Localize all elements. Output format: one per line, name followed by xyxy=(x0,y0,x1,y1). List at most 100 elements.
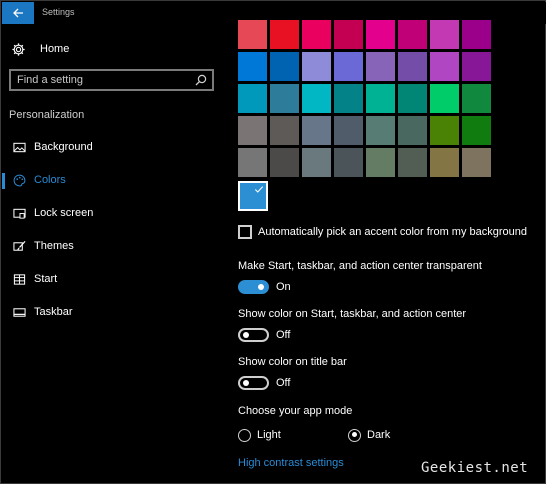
sidebar-item-label: Background xyxy=(34,141,93,153)
color-swatch[interactable] xyxy=(238,20,267,49)
color-swatch[interactable] xyxy=(366,84,395,113)
sidebar-item-label: Taskbar xyxy=(34,306,73,318)
toggle-knob xyxy=(243,380,249,386)
color-swatch[interactable] xyxy=(302,52,331,81)
titlebar-color-setting-label: Show color on title bar xyxy=(238,356,347,368)
color-swatch[interactable] xyxy=(366,116,395,145)
light-mode-label: Light xyxy=(257,429,281,441)
back-button[interactable] xyxy=(2,2,34,24)
color-swatch[interactable] xyxy=(430,116,459,145)
sidebar-item-label: Themes xyxy=(34,240,74,252)
color-swatch[interactable] xyxy=(302,148,331,177)
color-swatch[interactable] xyxy=(430,20,459,49)
sidebar-item-taskbar[interactable]: Taskbar xyxy=(2,301,227,325)
selection-indicator xyxy=(2,206,5,222)
color-swatch[interactable] xyxy=(270,52,299,81)
selection-indicator xyxy=(2,173,5,189)
settings-window: Settings Home Personalization xyxy=(0,0,546,484)
sidebar-item-label: Colors xyxy=(34,174,66,186)
color-swatch[interactable] xyxy=(462,116,491,145)
color-swatch[interactable] xyxy=(334,84,363,113)
color-swatch[interactable] xyxy=(430,84,459,113)
dark-mode-radio[interactable] xyxy=(348,428,361,442)
search-icon[interactable] xyxy=(194,73,208,87)
auto-accent-checkbox[interactable] xyxy=(238,225,252,239)
color-swatch[interactable] xyxy=(302,84,331,113)
section-title: Personalization xyxy=(9,109,85,121)
home-label: Home xyxy=(40,43,70,55)
sidebar-item-start[interactable]: Start xyxy=(2,268,227,292)
color-swatch[interactable] xyxy=(302,116,331,145)
window-title: Settings xyxy=(42,7,75,17)
search-input[interactable] xyxy=(17,73,192,87)
selection-indicator xyxy=(2,305,5,321)
light-mode-radio[interactable] xyxy=(238,428,251,442)
selected-custom-color-swatch[interactable] xyxy=(238,181,268,211)
titlebar-color-toggle[interactable] xyxy=(238,376,269,390)
high-contrast-settings-link[interactable]: High contrast settings xyxy=(238,457,344,469)
taskbar-icon xyxy=(12,305,26,319)
titlebar-color-toggle-state: Off xyxy=(276,377,291,389)
sidebar-item-label: Lock screen xyxy=(34,207,94,219)
gear-icon xyxy=(10,41,26,57)
color-swatch[interactable] xyxy=(334,52,363,81)
start-color-toggle-state: Off xyxy=(276,329,291,341)
watermark: Geekiest.net xyxy=(421,460,529,476)
transparency-setting-label: Make Start, taskbar, and action center t… xyxy=(238,260,482,272)
selection-indicator xyxy=(2,239,5,255)
color-swatch[interactable] xyxy=(398,52,427,81)
color-swatch[interactable] xyxy=(430,148,459,177)
color-swatch[interactable] xyxy=(462,52,491,81)
color-swatch[interactable] xyxy=(334,148,363,177)
color-swatch[interactable] xyxy=(462,20,491,49)
sidebar-item-colors[interactable]: Colors xyxy=(2,169,227,193)
sidebar-item-background[interactable]: Background xyxy=(2,136,227,160)
color-swatch[interactable] xyxy=(398,84,427,113)
toggle-knob xyxy=(243,332,249,338)
selection-indicator xyxy=(2,140,5,156)
color-swatch[interactable] xyxy=(366,148,395,177)
color-swatch[interactable] xyxy=(366,20,395,49)
sidebar: Home Personalization Background xyxy=(2,24,227,484)
color-swatch[interactable] xyxy=(398,20,427,49)
palette-icon xyxy=(12,173,26,187)
sidebar-item-themes[interactable]: Themes xyxy=(2,235,227,259)
color-swatch[interactable] xyxy=(270,20,299,49)
color-swatch[interactable] xyxy=(366,52,395,81)
color-swatch[interactable] xyxy=(398,148,427,177)
selection-indicator xyxy=(2,272,5,288)
color-swatch[interactable] xyxy=(430,52,459,81)
sidebar-item-label: Start xyxy=(34,273,58,285)
start-color-toggle[interactable] xyxy=(238,328,269,342)
auto-accent-setting[interactable]: Automatically pick an accent color from … xyxy=(238,224,527,240)
color-swatch[interactable] xyxy=(270,116,299,145)
lock-screen-icon xyxy=(12,206,26,220)
app-mode-dark-option[interactable]: Dark xyxy=(348,428,390,442)
app-mode-light-option[interactable]: Light xyxy=(238,428,281,442)
color-swatch[interactable] xyxy=(334,20,363,49)
color-swatch[interactable] xyxy=(462,148,491,177)
home-nav-item[interactable]: Home xyxy=(10,40,69,58)
search-box[interactable] xyxy=(9,69,214,91)
app-mode-label: Choose your app mode xyxy=(238,405,353,417)
color-swatch[interactable] xyxy=(462,84,491,113)
color-swatch[interactable] xyxy=(238,84,267,113)
image-icon xyxy=(12,140,26,154)
transparency-toggle-state: On xyxy=(276,281,291,293)
color-swatch[interactable] xyxy=(302,20,331,49)
sidebar-item-lock-screen[interactable]: Lock screen xyxy=(2,202,227,226)
color-swatch[interactable] xyxy=(238,148,267,177)
start-icon xyxy=(12,272,26,286)
color-swatch[interactable] xyxy=(398,116,427,145)
transparency-toggle[interactable] xyxy=(238,280,269,294)
color-swatch[interactable] xyxy=(238,52,267,81)
toggle-knob xyxy=(258,284,264,290)
color-swatch[interactable] xyxy=(270,148,299,177)
start-color-setting-label: Show color on Start, taskbar, and action… xyxy=(238,308,467,320)
color-swatch[interactable] xyxy=(238,116,267,145)
brush-icon xyxy=(12,239,26,253)
color-swatch[interactable] xyxy=(270,84,299,113)
auto-accent-label: Automatically pick an accent color from … xyxy=(258,226,528,238)
color-swatch[interactable] xyxy=(334,116,363,145)
dark-mode-label: Dark xyxy=(367,429,391,441)
